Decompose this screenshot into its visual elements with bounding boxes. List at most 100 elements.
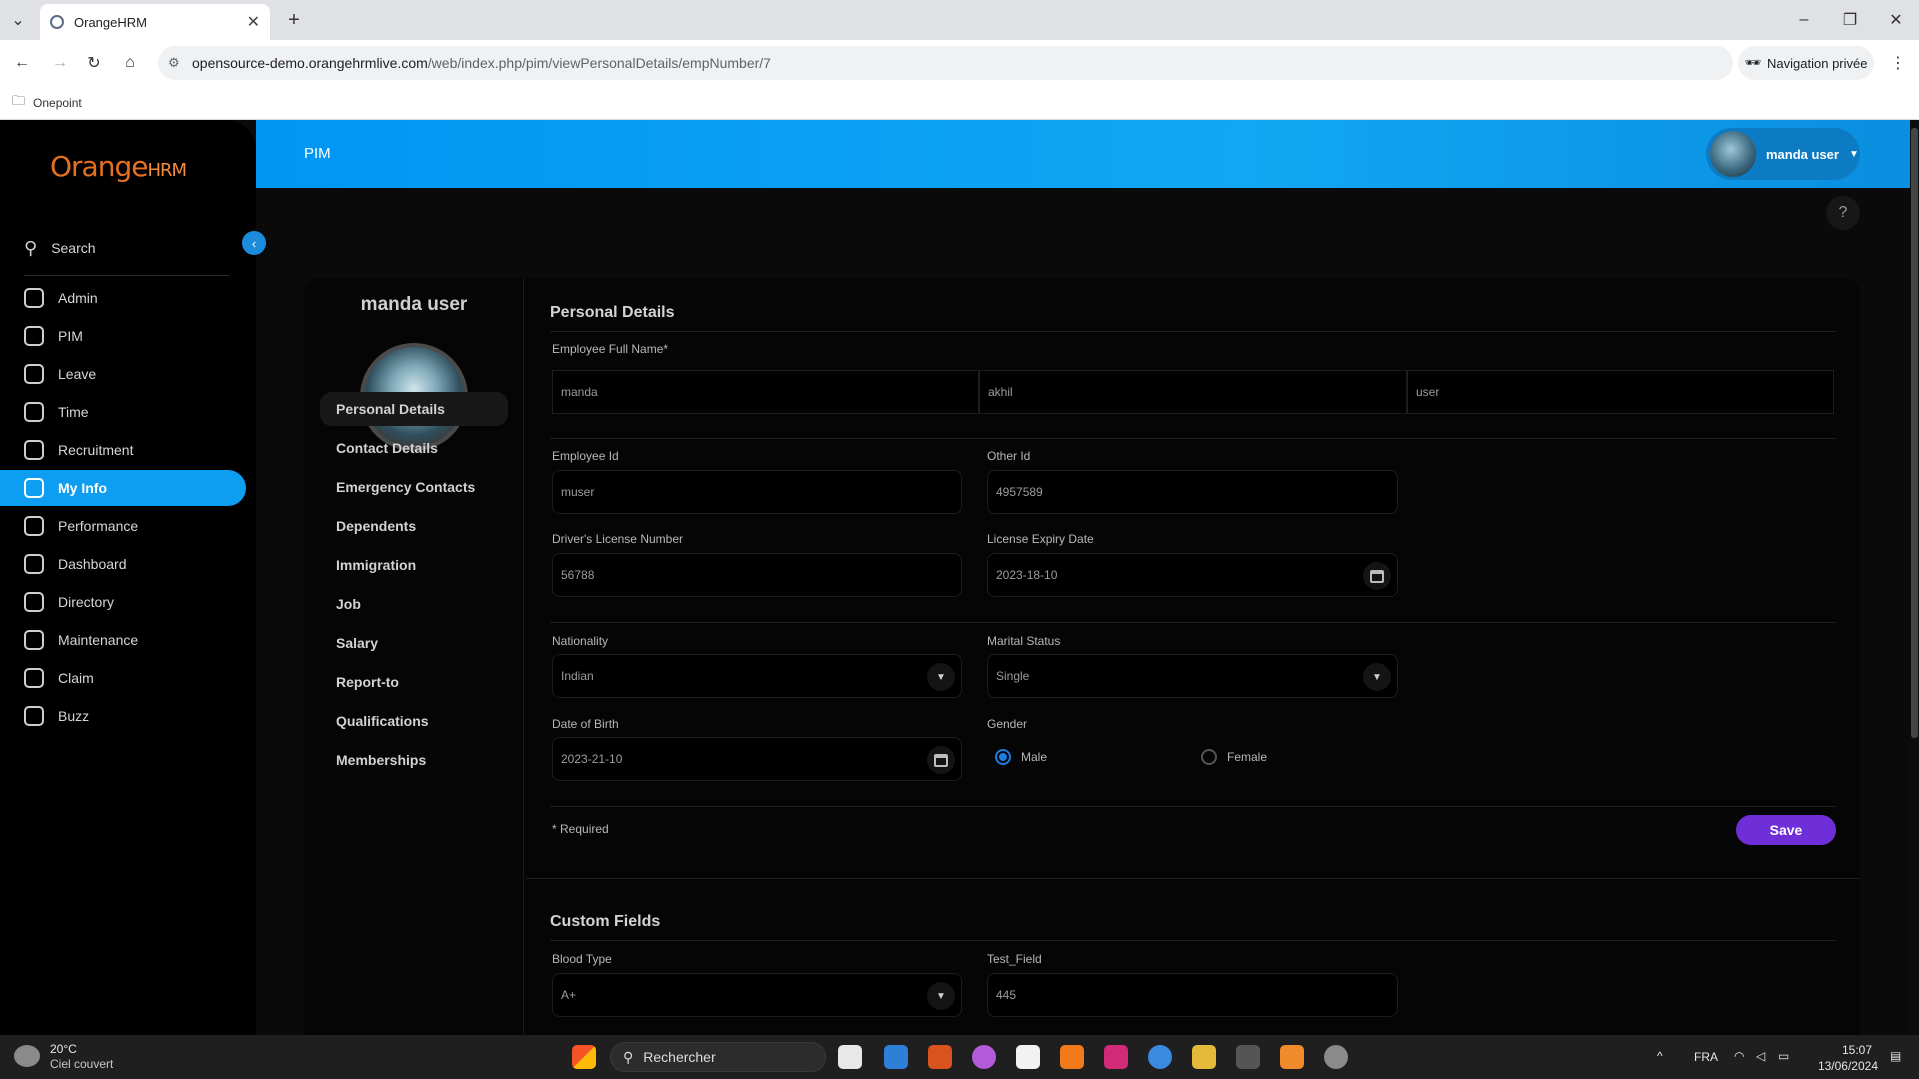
orangehrm-logo[interactable]: OrangeHRM: [50, 150, 187, 183]
notifications-icon[interactable]: ▤: [1890, 1049, 1901, 1063]
sidebar-item-dashboard[interactable]: Dashboard: [0, 546, 246, 582]
marital-status-select[interactable]: Single ▼: [987, 654, 1398, 698]
tab-personal-details[interactable]: Personal Details: [320, 392, 508, 426]
sidebar-item-my-info[interactable]: My Info: [0, 470, 246, 506]
battery-icon[interactable]: ▭: [1778, 1049, 1789, 1063]
taskbar-search[interactable]: ⚲ Rechercher: [610, 1042, 826, 1072]
help-button[interactable]: ?: [1826, 196, 1860, 230]
reload-icon[interactable]: ↻: [82, 51, 106, 75]
sidebar-item-performance[interactable]: Performance: [0, 508, 246, 544]
home-icon[interactable]: ⌂: [118, 51, 142, 75]
sidebar-item-claim[interactable]: Claim: [0, 660, 246, 696]
folder-app-icon[interactable]: [1192, 1045, 1216, 1069]
back-icon[interactable]: ←: [10, 51, 34, 75]
browser-tab-bar: ⌄ OrangeHRM ✕ + – ❐ ✕: [0, 0, 1919, 40]
tab-memberships[interactable]: Memberships: [320, 743, 508, 777]
middle-name-field[interactable]: akhil: [979, 370, 1407, 414]
menu-icon[interactable]: ⋮: [1886, 51, 1910, 75]
nationality-select[interactable]: Indian ▼: [552, 654, 962, 698]
performance-icon: [24, 516, 44, 536]
minimize-icon[interactable]: –: [1792, 8, 1816, 32]
app-icon[interactable]: [972, 1045, 996, 1069]
caret-down-icon: ▼: [1848, 148, 1859, 160]
sublime-icon[interactable]: [1280, 1045, 1304, 1069]
license-field[interactable]: 56788: [552, 553, 962, 597]
tab-job[interactable]: Job: [320, 587, 508, 621]
expiry-date-field[interactable]: 2023-18-10: [987, 553, 1398, 597]
settings-gear-icon[interactable]: [1324, 1045, 1348, 1069]
task-view-icon[interactable]: [838, 1045, 862, 1069]
search-icon: ⚲: [24, 237, 38, 258]
close-window-icon[interactable]: ✕: [1884, 8, 1908, 32]
tab-contact-details[interactable]: Contact Details: [320, 431, 508, 465]
tab-qualifications[interactable]: Qualifications: [320, 704, 508, 738]
site-info-icon[interactable]: ⚙: [168, 55, 180, 71]
sidebar-item-recruitment[interactable]: Recruitment: [0, 432, 246, 468]
sidebar-item-leave[interactable]: Leave: [0, 356, 246, 392]
first-name-field[interactable]: manda: [552, 370, 979, 414]
clock-time[interactable]: 15:07: [1812, 1043, 1872, 1057]
browser-tab[interactable]: OrangeHRM ✕: [40, 4, 270, 40]
forward-icon[interactable]: →: [48, 51, 72, 75]
dob-field[interactable]: 2023-21-10: [552, 737, 962, 781]
nationality-value: Indian: [561, 669, 594, 683]
clock-date[interactable]: 13/06/2024: [1806, 1059, 1878, 1073]
save-button[interactable]: Save: [1736, 815, 1836, 845]
sidebar-item-maintenance[interactable]: Maintenance: [0, 622, 246, 658]
wifi-icon[interactable]: ◠: [1734, 1049, 1744, 1063]
scrollbar-thumb[interactable]: [1911, 128, 1918, 738]
notion-icon[interactable]: [1016, 1045, 1040, 1069]
employee-id-field[interactable]: muser: [552, 470, 962, 514]
caret-down-icon[interactable]: ▼: [927, 663, 955, 691]
tab-report-to[interactable]: Report-to: [320, 665, 508, 699]
terminal-icon[interactable]: [1236, 1045, 1260, 1069]
outlook-icon[interactable]: [928, 1045, 952, 1069]
blood-type-select[interactable]: A+ ▼: [552, 973, 962, 1017]
last-name-value: user: [1416, 385, 1440, 399]
user-dropdown[interactable]: manda user ▼: [1706, 128, 1860, 180]
other-id-field[interactable]: 4957589: [987, 470, 1398, 514]
sidebar-item-admin[interactable]: Admin: [0, 280, 246, 316]
gender-male-option[interactable]: Male: [995, 749, 1047, 765]
sidebar-item-label: My Info: [58, 480, 107, 496]
sidebar-item-buzz[interactable]: Buzz: [0, 698, 246, 734]
keyboard-language[interactable]: FRA: [1694, 1050, 1718, 1064]
new-tab-icon[interactable]: +: [282, 8, 306, 32]
page-scrollbar[interactable]: [1910, 120, 1919, 1035]
first-name-value: manda: [561, 385, 598, 399]
chrome-icon[interactable]: [1148, 1045, 1172, 1069]
collapse-sidebar-button[interactable]: ‹: [242, 231, 266, 255]
start-button-icon[interactable]: [572, 1045, 596, 1069]
radio-female[interactable]: [1201, 749, 1217, 765]
test-field-input[interactable]: 445: [987, 973, 1398, 1017]
bookmark-onepoint[interactable]: Onepoint: [33, 96, 82, 110]
caret-down-icon[interactable]: ▼: [927, 982, 955, 1010]
tab-immigration[interactable]: Immigration: [320, 548, 508, 582]
file-explorer-icon[interactable]: [884, 1045, 908, 1069]
vscode-icon[interactable]: [1060, 1045, 1084, 1069]
weather-temp[interactable]: 20°C: [50, 1042, 77, 1056]
private-browsing-chip[interactable]: 🕶 Navigation privée: [1738, 46, 1874, 80]
volume-icon[interactable]: ◁: [1756, 1049, 1765, 1063]
tray-expand-icon[interactable]: ^: [1657, 1049, 1663, 1063]
sidebar-item-time[interactable]: Time: [0, 394, 246, 430]
tab-emergency-contacts[interactable]: Emergency Contacts: [320, 470, 508, 504]
last-name-field[interactable]: user: [1407, 370, 1834, 414]
gender-female-option[interactable]: Female: [1201, 749, 1267, 765]
sidebar-item-pim[interactable]: PIM: [0, 318, 246, 354]
close-tab-icon[interactable]: ✕: [247, 12, 260, 32]
tab-salary[interactable]: Salary: [320, 626, 508, 660]
radio-male[interactable]: [995, 749, 1011, 765]
calendar-icon[interactable]: [927, 746, 955, 774]
sidebar-item-directory[interactable]: Directory: [0, 584, 246, 620]
restore-icon[interactable]: ❐: [1838, 8, 1862, 32]
pycharm-icon[interactable]: [1104, 1045, 1128, 1069]
calendar-icon[interactable]: [1363, 562, 1391, 590]
caret-down-icon[interactable]: ▼: [1363, 663, 1391, 691]
tab-dependents[interactable]: Dependents: [320, 509, 508, 543]
tab-list-icon[interactable]: ⌄: [6, 8, 30, 32]
search-icon: ⚲: [623, 1048, 634, 1065]
sidebar-search[interactable]: ⚲ Search: [0, 230, 246, 266]
employee-id-value: muser: [561, 485, 595, 499]
address-bar[interactable]: ⚙ opensource-demo.orangehrmlive.com/web/…: [158, 46, 1733, 80]
